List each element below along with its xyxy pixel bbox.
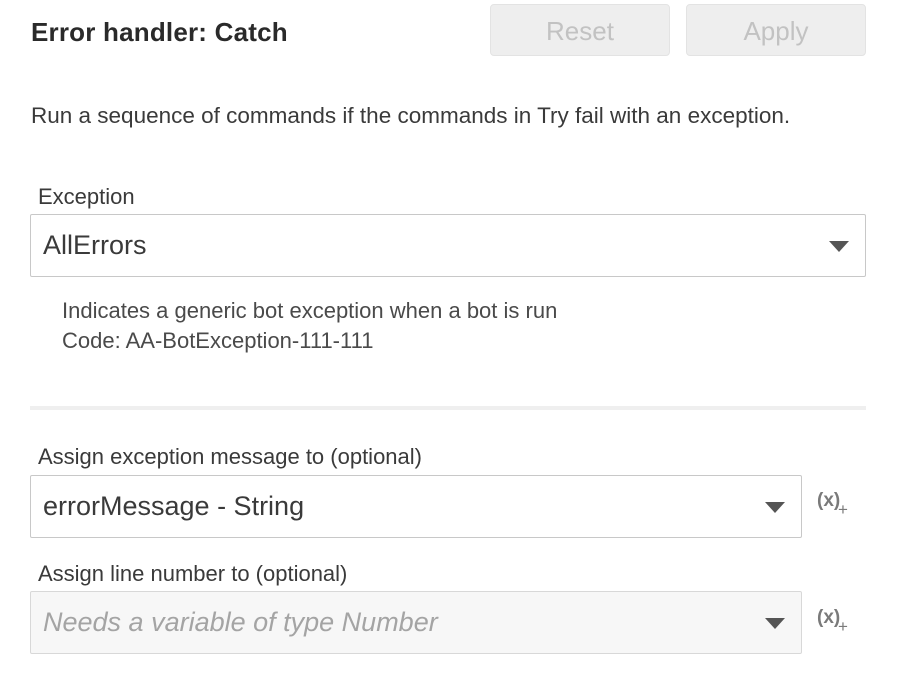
caret-down-icon [765,502,785,513]
assign-line-label: Assign line number to (optional) [38,561,348,586]
apply-button[interactable]: Apply [686,4,866,56]
exception-label: Exception [38,184,135,209]
reset-button[interactable]: Reset [490,4,670,56]
variable-x-glyph: (x) [817,607,841,628]
insert-variable-icon[interactable]: (x) + [817,490,851,520]
assign-line-dropdown[interactable]: Needs a variable of type Number [30,591,802,654]
assign-line-placeholder: Needs a variable of type Number [43,607,438,637]
variable-plus-glyph: + [838,617,848,636]
insert-variable-icon[interactable]: (x) + [817,607,851,637]
assign-message-selected-value: errorMessage - String [43,491,305,521]
exception-info-description: Indicates a generic bot exception when a… [62,298,558,323]
assign-message-label: Assign exception message to (optional) [38,444,422,469]
assign-message-dropdown[interactable]: errorMessage - String [30,475,802,538]
action-description: Run a sequence of commands if the comman… [31,103,791,128]
variable-x-glyph: (x) [817,490,841,511]
exception-info-code: Code: AA-BotException-111-111 [62,328,374,353]
page-title: Error handler: Catch [31,17,288,47]
exception-selected-value: AllErrors [43,230,147,260]
section-divider [30,406,866,410]
variable-plus-glyph: + [838,500,848,519]
catch-properties-panel: Error handler: Catch Reset Apply Run a s… [0,0,898,678]
exception-dropdown[interactable]: AllErrors [30,214,866,277]
caret-down-icon [765,618,785,629]
caret-down-icon [829,241,849,252]
